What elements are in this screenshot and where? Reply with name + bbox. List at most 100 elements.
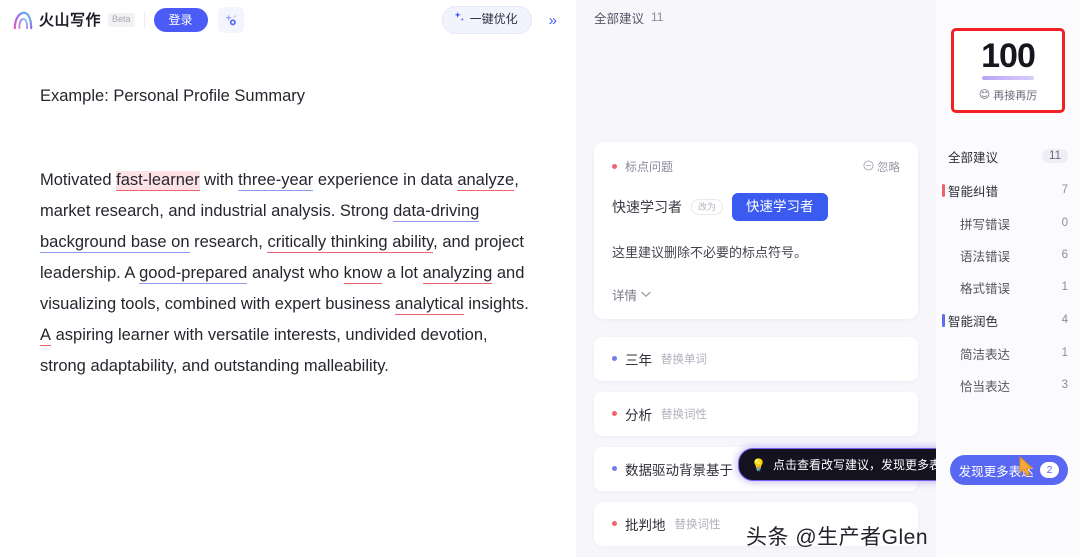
suggestion-item-word: 三年 [625,352,652,368]
rewrite-hint-tooltip: 💡 点击查看改写建议，发现更多表达 [738,448,969,481]
severity-dot-icon [612,411,617,417]
volcano-logo-icon [12,10,34,30]
stats-row[interactable]: 格式错误 1 [948,271,1068,303]
text-run: Motivated [40,170,117,189]
stats-row-label: 智能纠错 [948,184,999,199]
stats-row-label: 简洁表达 [960,347,1011,362]
suggestion-items-host: 三年替换单词分析替换词性数据驱动背景基于替换单词批判地替换词性 [594,336,918,546]
tooltip-text: 点击查看改写建议，发现更多表达 [772,458,953,472]
grammar-mark-red[interactable]: analyzing [422,263,493,284]
stats-row-count: 4 [1061,314,1068,326]
watermark: 头条 @生产者Glen [745,526,928,549]
suggestions-header: 全部建议 11 [576,0,936,34]
magic-wand-icon[interactable] [217,7,244,33]
document-title: Example: Personal Profile Summary [40,87,306,105]
editor-column: 火山写作 Beta 登录 一键优化 » Example: Personal Pr… [0,0,576,557]
severity-dot-icon [612,521,617,527]
document-paragraph[interactable]: Motivated fast-learner with three-year e… [40,165,532,382]
grammar-mark-red[interactable]: know [343,263,383,284]
category-accent-bar [942,183,945,197]
severity-dot-icon [612,466,617,472]
stats-row[interactable]: 全部建议 11 [948,139,1068,173]
grammar-mark-blue[interactable]: good-prepared [139,263,248,284]
stats-row[interactable]: 恰当表达 3 [948,369,1068,401]
stats-row[interactable]: 拼写错误 0 [948,207,1068,239]
grammar-mark-red[interactable]: critically thinking ability [267,232,434,253]
severity-dot-icon [612,356,617,362]
suggestion-card[interactable]: 标点问题 忽略 快速学习者 改为 快速学习者 这里建议删除不必要的标点符号。 详… [594,142,918,319]
stats-row-count: 1 [1061,347,1068,359]
stats-row-label: 格式错误 [960,281,1011,296]
suggestion-item-kind: 替换单词 [661,353,707,366]
optimize-label: 一键优化 [469,12,518,27]
minus-circle-icon [863,159,874,174]
discover-more-button[interactable]: 发现更多表达 2 [950,455,1068,485]
stats-row-label: 全部建议 [948,150,999,165]
text-run: analyst who [247,263,344,282]
app-root: 火山写作 Beta 登录 一键优化 » Example: Personal Pr… [0,0,1080,557]
text-run: A [124,263,135,282]
score-underline-decoration [982,75,1034,80]
app-header: 火山写作 Beta 登录 一键优化 » [0,0,576,40]
grammar-mark-red[interactable]: analyze [457,170,515,191]
lightbulb-icon: 💡 [751,457,766,472]
stats-row-label: 智能润色 [948,314,999,329]
mouse-cursor-icon [1018,455,1035,483]
grammar-mark-blue[interactable]: three-year [238,170,314,191]
suggestion-list-item[interactable]: 分析 替换词性 [594,391,918,436]
original-word: 快速学习者 [612,199,682,216]
details-label: 详情 [612,288,638,303]
apply-replacement-button[interactable]: 快速学习者 [732,193,828,222]
ignore-button[interactable]: 忽略 [863,159,900,175]
suggestion-tag: 标点问题 [625,160,674,174]
stats-row-count: 1 [1061,281,1068,293]
sparkle-icon [453,11,466,29]
suggestion-item-kind: 替换词性 [674,518,721,531]
suggestion-list-item[interactable]: 三年 替换单词 [594,336,918,381]
suggestions-column: 全部建议 11 标点问题 忽略 快速学习者 改为 快速学习者 这里建议删除不必要… [576,0,969,557]
stats-row[interactable]: 智能润色 4 [942,303,1068,337]
suggestion-item-word: 分析 [625,407,652,423]
suggestion-item-word: 批判地 [625,517,666,533]
suggestion-details-toggle[interactable]: 详情 [612,285,651,304]
suggestion-replacement-row: 快速学习者 改为 快速学习者 [612,193,900,222]
suggestions-header-label: 全部建议 [594,11,645,26]
score-card: 100 😊 再接再厉 [951,28,1065,113]
stats-row-count: 7 [1061,184,1068,196]
document-editor[interactable]: Example: Personal Profile Summary Motiva… [0,40,576,557]
replace-arrow-label: 改为 [691,198,724,216]
grammar-mark-red-highlight[interactable]: fast-learner [116,170,200,191]
text-run: insights. [463,294,529,313]
stats-row-label: 语法错误 [960,249,1011,264]
text-run: with [199,170,239,189]
ignore-label: 忽略 [877,161,900,174]
stats-row-label: 恰当表达 [960,379,1011,394]
text-run: research, [189,232,268,251]
one-click-optimize-button[interactable]: 一键优化 [441,6,532,34]
smiley-icon: 😊 [978,89,991,101]
login-button[interactable]: 登录 [153,7,208,33]
severity-dot-icon [612,164,617,169]
suggestion-item-word: 数据驱动背景基于 [625,462,733,478]
discover-more-badge: 2 [1039,461,1060,479]
score-caption-row: 😊 再接再厉 [979,87,1037,103]
suggestion-description: 这里建议删除不必要的标点符号。 [612,245,808,261]
stats-row[interactable]: 智能纠错 7 [942,173,1068,207]
text-run: a lot [382,263,423,282]
stats-row-count: 6 [1061,249,1068,261]
grammar-mark-red[interactable]: analytical [394,294,464,315]
collapse-panel-button[interactable]: » [544,11,562,30]
stats-row-count: 11 [1042,149,1068,163]
suggestion-item-kind: 替换词性 [661,408,707,421]
brand-name: 火山写作 [39,11,102,29]
grammar-mark-red[interactable]: A [40,325,52,346]
category-accent-bar [942,313,945,327]
beta-badge: Beta [108,13,135,27]
stats-row-count: 0 [1061,217,1068,229]
stats-row[interactable]: 语法错误 6 [948,239,1068,271]
stats-list: 全部建议 11 智能纠错 7 拼写错误 0 语法错误 6 格式错误 1 智能润色 4 简洁表达 1 恰当表达… [936,139,1080,401]
chevron-down-icon [641,287,651,301]
score-value: 100 [981,36,1036,75]
stats-row-label: 拼写错误 [960,217,1011,232]
stats-row[interactable]: 简洁表达 1 [948,337,1068,369]
